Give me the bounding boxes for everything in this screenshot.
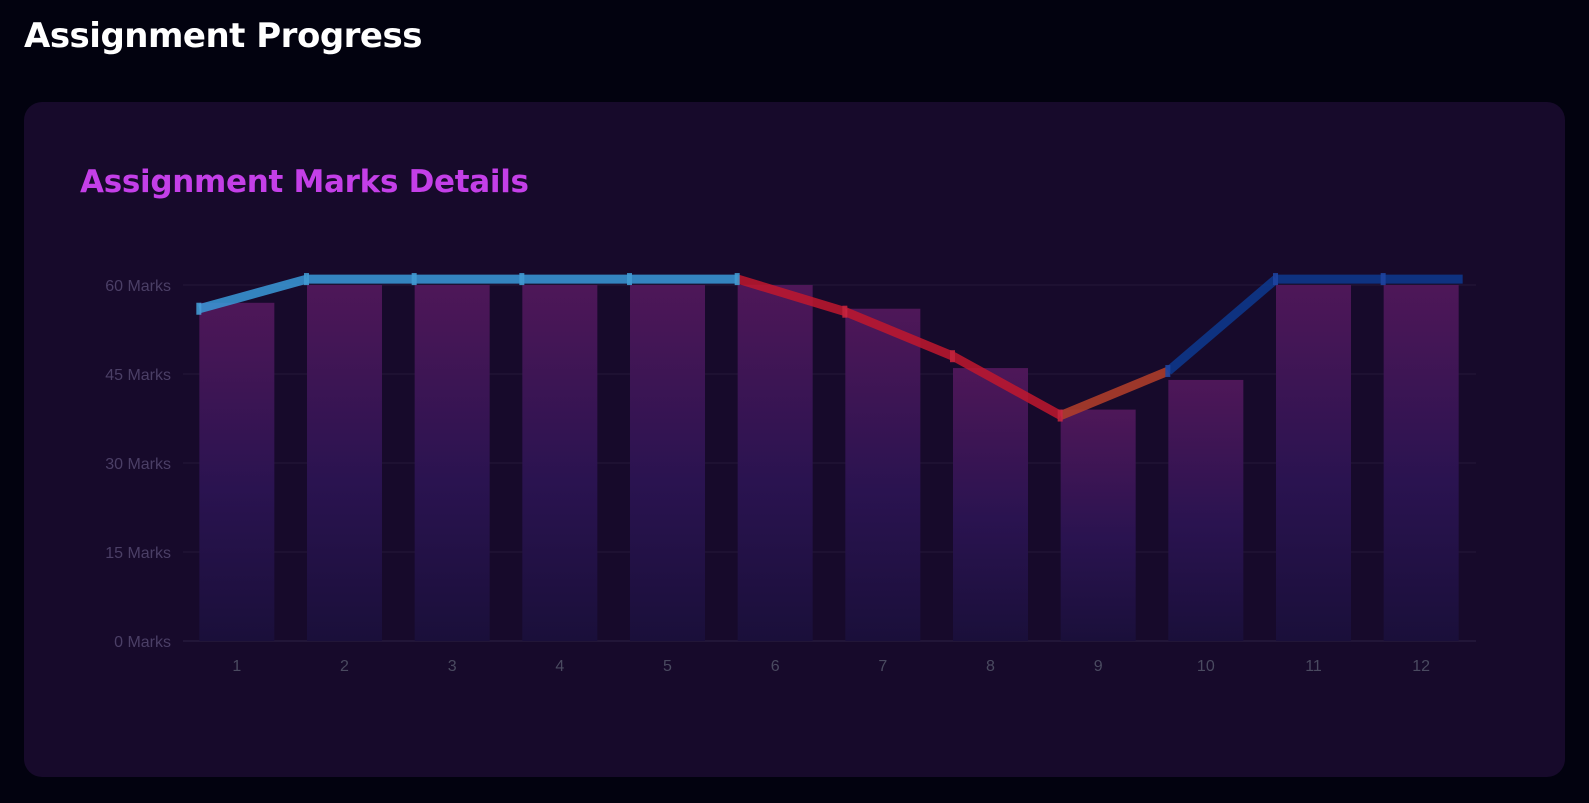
x-tick-label: 10 — [1197, 658, 1215, 675]
bar[interactable] — [1276, 285, 1351, 641]
x-tick-label: 3 — [448, 658, 457, 675]
trend-point[interactable] — [519, 273, 525, 286]
bar[interactable] — [845, 308, 921, 641]
trend-point[interactable] — [196, 302, 202, 315]
x-tick-label: 4 — [555, 658, 564, 675]
bar[interactable] — [630, 285, 705, 641]
bar[interactable] — [1168, 379, 1244, 641]
bar[interactable] — [522, 285, 598, 641]
y-tick-label: 0 Marks — [114, 634, 171, 651]
trend-point[interactable] — [1165, 365, 1171, 378]
y-tick-label: 45 Marks — [105, 367, 171, 384]
x-tick-label: 6 — [771, 658, 780, 675]
line-series — [196, 273, 1463, 422]
x-tick-label: 11 — [1305, 658, 1322, 675]
trend-point[interactable] — [1057, 409, 1063, 422]
y-tick-label: 30 Marks — [105, 456, 171, 473]
x-tick-label: 12 — [1412, 658, 1430, 675]
x-tick-label: 9 — [1094, 658, 1103, 675]
trend-line-segment — [1058, 366, 1171, 420]
x-tick-label: 8 — [986, 658, 995, 675]
x-tick-label: 2 — [340, 658, 349, 675]
assignment-marks-card: Assignment Marks Details 0 Marks 15 Marks… — [24, 102, 1565, 777]
y-tick-label: 60 Marks — [105, 278, 171, 295]
trend-point[interactable] — [304, 273, 309, 286]
bar[interactable] — [953, 368, 1028, 641]
trend-line-segment — [1165, 275, 1279, 375]
page-title: Assignment Progress — [24, 16, 422, 56]
bar[interactable] — [307, 285, 382, 641]
trend-point[interactable] — [1380, 273, 1386, 286]
x-tick-label: 7 — [878, 658, 887, 675]
trend-point[interactable] — [842, 305, 848, 318]
bar[interactable] — [1383, 285, 1459, 641]
bar[interactable] — [414, 285, 490, 641]
trend-point[interactable] — [734, 273, 740, 286]
bar[interactable] — [199, 302, 275, 641]
x-tick-label: 5 — [663, 658, 672, 675]
assignment-marks-chart: 0 Marks 15 Marks 30 Marks 45 Marks 60 Marks 1… — [105, 273, 1476, 675]
trend-point[interactable] — [411, 273, 417, 286]
trend-point[interactable] — [1273, 273, 1278, 286]
x-tick-label: 1 — [232, 658, 241, 675]
bar[interactable] — [1060, 409, 1136, 641]
trend-point[interactable] — [950, 350, 955, 363]
y-tick-label: 15 Marks — [105, 545, 171, 562]
trend-point[interactable] — [627, 273, 632, 286]
bar[interactable] — [737, 285, 813, 641]
